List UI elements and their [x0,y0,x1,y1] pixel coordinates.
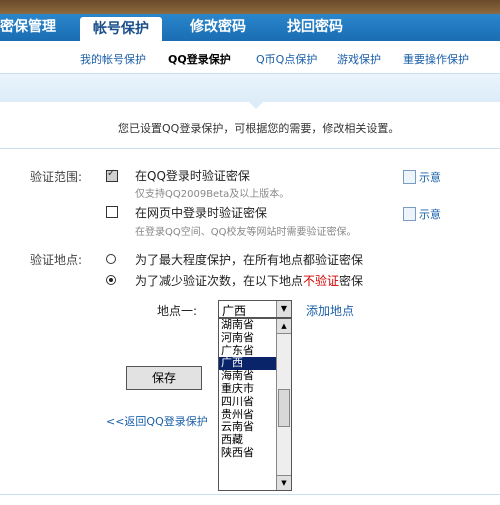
subnav-my-account-protection[interactable]: 我的帐号保护 [80,51,146,67]
add-location-link[interactable]: 添加地点 [306,302,354,319]
province-option[interactable]: 湖南省 [219,319,277,332]
skip-locations-radio[interactable] [106,275,116,285]
scope-label: 验证范围: [30,170,83,184]
notice-arrow [248,101,264,109]
main-nav: 密保管理 帐号保护 修改密码 找回密码 [0,14,500,41]
scroll-up-icon[interactable]: ▲ [277,319,291,334]
chevron-down-icon[interactable]: ▼ [276,301,291,317]
tab-account-protection[interactable]: 帐号保护 [80,17,162,41]
tab-recover-password[interactable]: 找回密码 [287,14,357,41]
tab-change-password[interactable]: 修改密码 [190,14,260,41]
back-to-qq-login-protection-link[interactable]: <<返回QQ登录保护 [106,413,208,429]
place-one-label: 地点一: [157,304,198,318]
verify-all-locations-radio[interactable] [106,254,116,264]
province-option[interactable]: 河南省 [219,331,277,345]
example-link-1-label: 示意 [419,171,441,184]
example-link-1[interactable]: 示意 [403,169,441,185]
location-label: 验证地点: [30,253,83,267]
notice-text: 您已设置QQ登录保护，可根据您的需要，修改相关设置。 [118,122,400,135]
subnav-qq-login-protection[interactable]: QQ登录保护 [168,51,231,67]
sub-nav: 我的帐号保护 QQ登录保护 Q币Q点保护 游戏保护 重要操作保护 [0,41,500,74]
province-option[interactable]: 重庆市 [219,382,277,396]
bottom-divider [0,494,500,495]
document-icon [403,170,416,184]
tab-security-management[interactable]: 密保管理 [0,14,70,41]
subnav-game-protection[interactable]: 游戏保护 [337,51,381,67]
header-band [0,74,500,102]
qq-login-checkbox[interactable] [106,168,118,182]
skip-locations-text: 为了减少验证次数，在以下地点不验证密保 [135,272,363,289]
no-verify-highlight: 不验证 [303,274,340,288]
example-link-2[interactable]: 示意 [403,206,441,222]
subnav-important-operation-protection[interactable]: 重要操作保护 [403,51,469,67]
province-option[interactable]: 四川省 [219,395,277,409]
skip-locations-text-pre: 为了减少验证次数，在以下地点 [135,274,304,288]
web-login-option-text: 在网页中登录时验证密保 [135,206,268,220]
province-option[interactable]: 陕西省 [219,446,277,460]
verify-all-locations-text: 为了最大程度保护，在所有地点都验证密保 [135,253,364,267]
document-icon [403,207,416,221]
example-link-2-label: 示意 [419,208,441,221]
top-decoration-bar [0,0,500,14]
web-login-checkbox[interactable] [106,206,118,218]
qq-login-option-note: 仅支持QQ2009Beta及以上版本。 [135,189,290,200]
qq-login-option-text: 在QQ登录时验证密保 [135,169,250,183]
scroll-thumb[interactable] [278,389,290,427]
save-button[interactable]: 保存 [126,366,202,390]
scroll-down-icon[interactable]: ▼ [277,475,291,490]
notice-box: 您已设置QQ登录保护，可根据您的需要，修改相关设置。 [0,101,500,149]
skip-locations-text-post: 密保 [339,274,364,288]
province-dropdown-list[interactable]: 湖南省 河南省 广东省 广西 海南省 重庆市 四川省 贵州省 云南省 西藏 陕西… [218,318,292,491]
subnav-qcoin-protection[interactable]: Q币Q点保护 [256,51,317,67]
web-login-option-note: 在登录QQ空间、QQ校友等网站时需要验证密保。 [135,227,357,238]
list-scrollbar[interactable]: ▲ ▼ [276,319,291,490]
province-select-value: 广西 [222,304,247,318]
province-select[interactable]: 广西 ▼ [218,300,292,318]
